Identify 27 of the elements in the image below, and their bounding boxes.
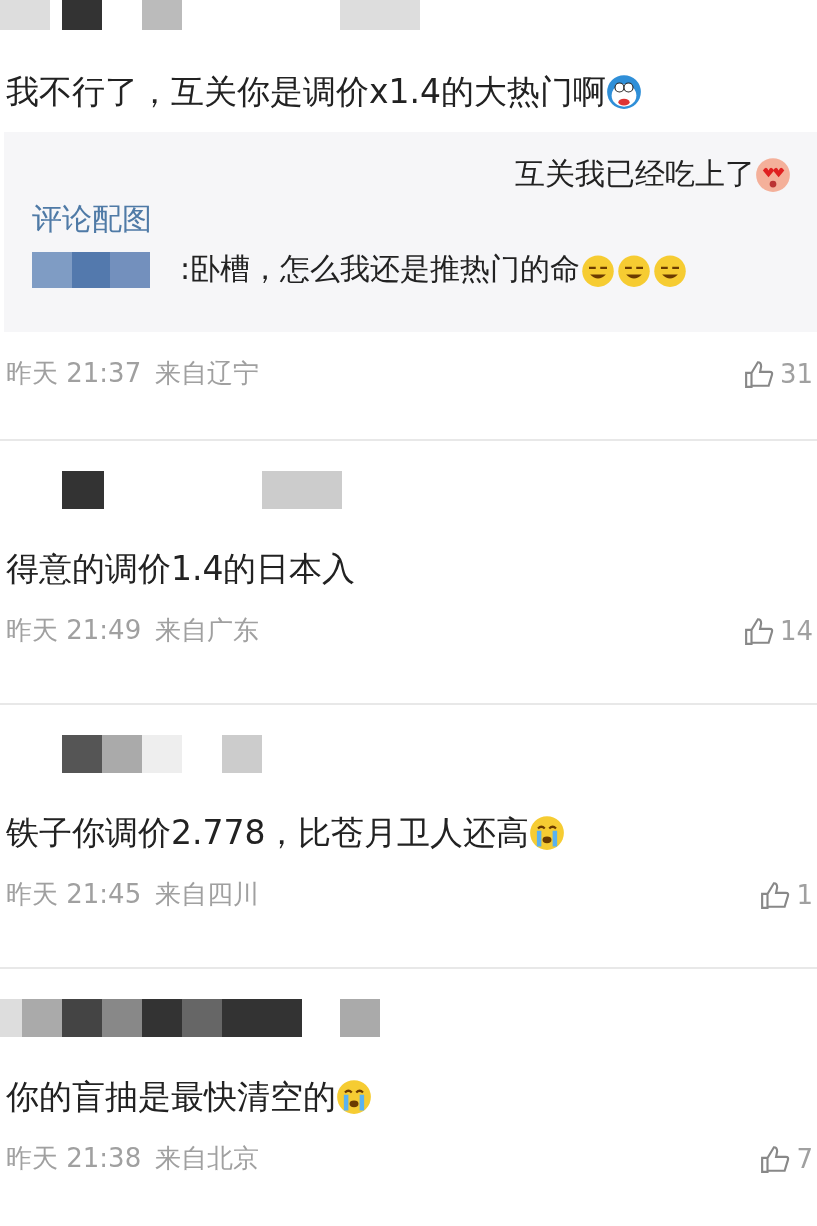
quoted-text: 互关我已经吃上了 (515, 155, 755, 193)
comment-text: 铁子你调价2.778，比苍月卫人还高 (6, 812, 530, 854)
comment-location: 来自辽宁 (155, 357, 260, 390)
thumbs-up-icon[interactable] (743, 615, 774, 646)
comment-location: 来自四川 (155, 878, 260, 911)
comment-time: 昨天 21:38 (6, 1142, 142, 1175)
comment-time: 昨天 21:49 (6, 614, 142, 647)
comment-location: 来自广东 (155, 614, 260, 647)
like-count: 14 (779, 615, 813, 646)
like-count: 1 (796, 879, 813, 910)
comment-time: 昨天 21:37 (6, 357, 142, 390)
like-count: 7 (796, 1143, 813, 1174)
comment-text: 你的盲抽是最快清空的 (6, 1076, 336, 1118)
comment-time: 昨天 21:45 (6, 878, 142, 911)
cartoon-face-icon (606, 74, 642, 110)
thumbs-up-icon[interactable] (760, 879, 791, 910)
thumbs-up-icon[interactable] (743, 358, 774, 389)
crying-face-icon (336, 1079, 372, 1115)
comment-location: 来自北京 (155, 1142, 260, 1175)
reply-text: :卧槽，怎么我还是推热门的命 (180, 250, 581, 288)
like-count: 31 (779, 358, 813, 389)
comment-text: 得意的调价1.4的日本入 (6, 548, 356, 590)
thumbs-up-icon[interactable] (760, 1143, 791, 1174)
comment-image-link[interactable]: 评论配图 (32, 199, 791, 239)
heart-eyes-icon (755, 156, 791, 193)
comment-text: 我不行了，互关你是调价x1.4的大热门啊 (6, 71, 606, 113)
crying-face-icon (529, 815, 566, 851)
